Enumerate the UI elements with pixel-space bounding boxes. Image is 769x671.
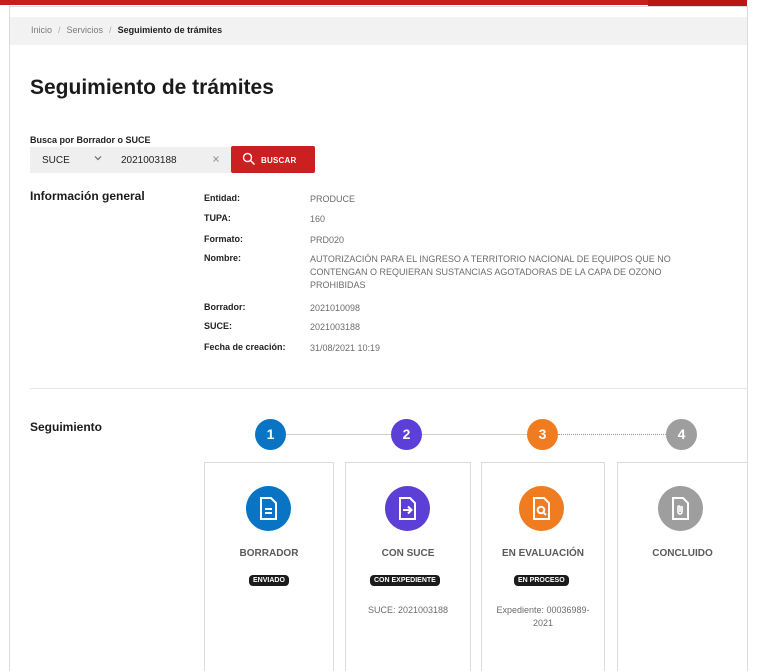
document-icon — [246, 486, 291, 531]
close-icon[interactable] — [211, 153, 221, 167]
breadcrumb-separator: / — [109, 25, 112, 35]
step-card-borrador: BORRADOR ENVIADO — [204, 462, 334, 671]
status-badge: ENVIADO — [249, 575, 289, 586]
step-card-con-suce: CON SUCE CON EXPEDIENTE SUCE: 2021003188 — [345, 462, 471, 671]
step-label: EN EVALUACIÓN — [501, 548, 585, 559]
section-divider — [30, 388, 748, 389]
file-arrow-icon — [385, 486, 430, 531]
step-number-2: 2 — [391, 419, 422, 450]
search-type-select[interactable]: SUCE — [30, 147, 114, 173]
step-label: BORRADOR — [239, 548, 299, 559]
info-value: AUTORIZACIÓN PARA EL INGRESO A TERRITORI… — [310, 254, 671, 290]
status-badge: CON EXPEDIENTE — [370, 575, 440, 586]
info-label: TUPA: — [204, 213, 231, 223]
chevron-down-icon — [93, 153, 103, 166]
info-value: 2021010098 — [310, 303, 361, 313]
step-detail: Expediente: 00036989-2021 — [496, 605, 590, 628]
info-label: Borrador: — [204, 302, 246, 312]
general-info-title: Información general — [30, 189, 145, 203]
search-button-label: BUSCAR — [261, 156, 297, 165]
info-label: Formato: — [204, 234, 243, 244]
step-label: CON SUCE — [381, 548, 435, 559]
breadcrumb: Inicio / Servicios / Seguimiento de trámites — [10, 17, 747, 45]
step-number-1: 1 — [255, 419, 286, 450]
file-search-icon — [519, 486, 564, 531]
info-value: PRODUCE — [310, 194, 356, 204]
search-label: Busca por Borrador o SUCE — [30, 135, 151, 145]
info-value: 160 — [310, 214, 326, 224]
step-connector-pending — [558, 434, 666, 435]
info-label: Fecha de creación: — [204, 342, 286, 352]
search-button[interactable]: BUSCAR — [231, 146, 315, 173]
info-value: 2021003188 — [310, 322, 361, 332]
step-connector — [422, 434, 527, 435]
info-label: SUCE: — [204, 321, 233, 331]
attachment-file-icon — [658, 486, 703, 531]
step-number-3: 3 — [527, 419, 558, 450]
step-detail: SUCE: 2021003188 — [367, 605, 449, 615]
page-title: Seguimiento de trámites — [30, 76, 274, 99]
search-input-value: 2021003188 — [121, 155, 177, 166]
step-label: CONCLUIDO — [652, 548, 713, 559]
step-connector — [286, 434, 391, 435]
breadcrumb-separator: / — [58, 25, 61, 35]
tracking-title: Seguimiento — [30, 420, 103, 434]
info-label: Entidad: — [204, 193, 240, 203]
info-label: Nombre: — [204, 253, 242, 263]
info-value: 31/08/2021 10:19 — [310, 343, 381, 353]
breadcrumb-current: Seguimiento de trámites — [117, 25, 223, 35]
step-card-en-evaluacion: EN EVALUACIÓN EN PROCESO Expediente: 000… — [481, 462, 605, 671]
step-card-concluido: CONCLUIDO — [617, 462, 748, 671]
breadcrumb-link-servicios[interactable]: Servicios — [67, 25, 104, 35]
breadcrumb-link-inicio[interactable]: Inicio — [31, 25, 52, 35]
step-number-4: 4 — [666, 419, 697, 450]
top-red-stripe — [0, 0, 747, 5]
status-badge: EN PROCESO — [514, 575, 569, 586]
search-type-value: SUCE — [42, 155, 70, 166]
search-input[interactable]: 2021003188 — [114, 147, 231, 173]
search-icon — [242, 152, 256, 166]
info-value: PRD020 — [310, 235, 345, 245]
